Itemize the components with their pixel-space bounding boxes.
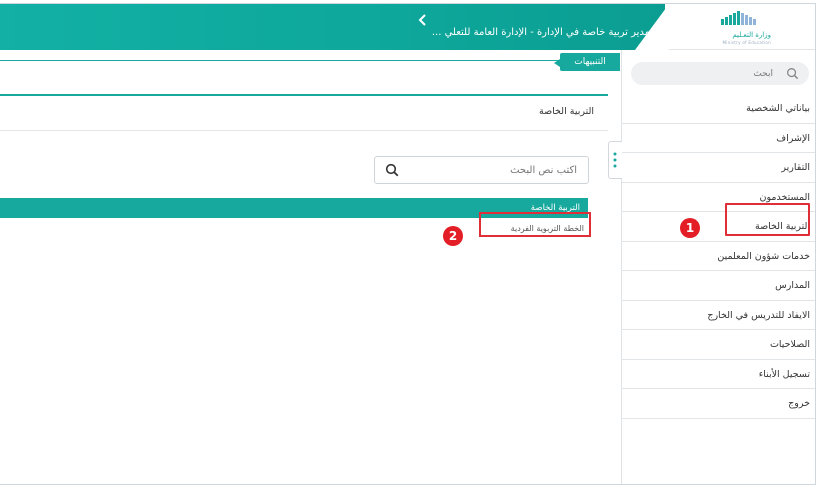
sidebar-menu: بياناتي الشخصية الإشراف التقارير المستخد… (622, 94, 815, 419)
step-badge-2: 2 (443, 226, 463, 246)
notifications-line (0, 60, 620, 61)
sidebar-search[interactable] (631, 62, 809, 85)
sidebar-item-supervision[interactable]: الإشراف (622, 124, 815, 153)
sidebar-item-personal-data[interactable]: بياناتي الشخصية (622, 94, 815, 124)
sidebar-item-teaching-abroad[interactable]: الايفاد للتدريس في الخارج (622, 301, 815, 330)
notifications-tab[interactable]: التنبيهات (560, 53, 620, 71)
content-search[interactable] (374, 156, 589, 184)
search-icon[interactable] (786, 67, 799, 80)
top-header: وزارة التعـليم Ministry of Education مدي… (0, 4, 815, 50)
logo-subtext: Ministry of Education (722, 40, 771, 45)
sidebar-toggle-handle[interactable] (608, 141, 622, 179)
sidebar: بياناتي الشخصية الإشراف التقارير المستخد… (621, 50, 815, 484)
highlight-box-iep (479, 212, 591, 237)
chevron-left-icon[interactable] (418, 14, 428, 26)
page-title-bar: التربية الخاصة (0, 94, 608, 131)
header-title[interactable]: مدير تربية خاصة في الإدارة - الإدارة الع… (432, 27, 650, 38)
step-badge-1: 1 (680, 218, 700, 238)
page-title: التربية الخاصة (539, 106, 594, 117)
highlight-box-sidebar (725, 203, 810, 236)
sidebar-search-input[interactable] (631, 62, 781, 85)
grip-icon (613, 152, 617, 168)
content-search-input[interactable] (403, 157, 585, 183)
sidebar-item-permissions[interactable]: الصلاحيات (622, 330, 815, 360)
logo-text: وزارة التعـليم (732, 31, 771, 39)
app-window: وزارة التعـليم Ministry of Education مدي… (0, 3, 816, 485)
sidebar-item-reports[interactable]: التقارير (622, 153, 815, 183)
sidebar-item-children-registration[interactable]: تسجيل الأبناء (622, 360, 815, 389)
search-icon[interactable] (385, 163, 399, 177)
logo-mark-icon (721, 11, 756, 25)
sidebar-item-teacher-affairs[interactable]: خدمات شؤون المعلمين (622, 242, 815, 271)
sidebar-item-schools[interactable]: المدارس (622, 271, 815, 301)
ministry-logo: وزارة التعـليم Ministry of Education (697, 9, 777, 45)
sidebar-item-logout[interactable]: خروج (622, 389, 815, 419)
